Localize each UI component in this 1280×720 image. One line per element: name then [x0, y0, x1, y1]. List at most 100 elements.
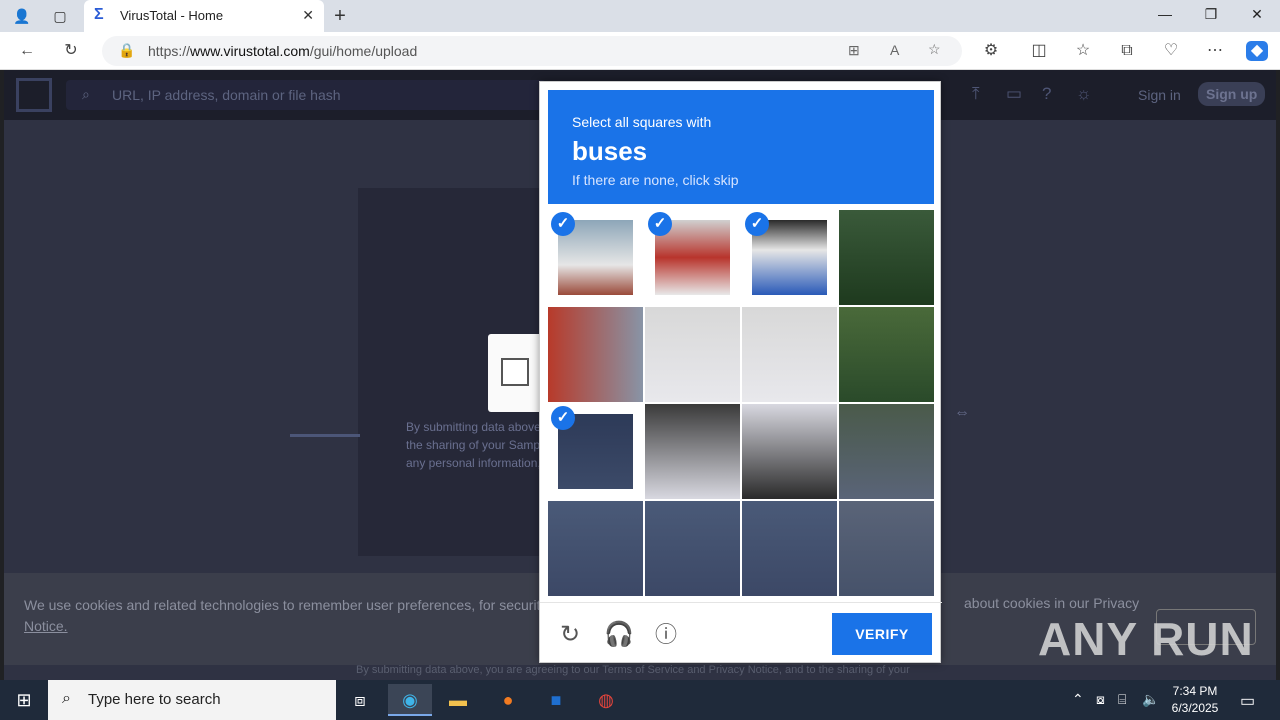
captcha-tile[interactable]: ✓: [548, 404, 643, 499]
captcha-tile[interactable]: [839, 501, 934, 596]
captcha-header: Select all squares with buses If there a…: [548, 90, 934, 204]
tray-app-icon[interactable]: ⧇: [1096, 691, 1105, 708]
profile-icon[interactable]: 👤: [12, 6, 32, 26]
sign-in-link[interactable]: Sign in: [1138, 87, 1181, 103]
favorite-star-icon[interactable]: ☆: [928, 41, 941, 58]
captcha-tile[interactable]: [839, 210, 934, 305]
close-window-icon[interactable]: ✕: [1242, 6, 1272, 26]
captcha-tile[interactable]: ✓: [645, 210, 740, 305]
terms-text: By submitting data above, the sharing of…: [406, 420, 545, 470]
app-available-icon[interactable]: ⊞: [848, 42, 860, 59]
upload-icon[interactable]: ⤒: [972, 84, 980, 104]
captcha-tile[interactable]: [839, 404, 934, 499]
privacy-notice-link[interactable]: Notice.: [24, 618, 68, 634]
refresh-challenge-icon[interactable]: ↻: [556, 621, 584, 649]
captcha-tile-image: [645, 501, 740, 596]
drag-icon: ⇔: [954, 404, 970, 421]
clock[interactable]: 7:34 PM 6/3/2025: [1160, 683, 1230, 717]
captcha-tile-image: [645, 307, 740, 402]
captcha-tile[interactable]: ✓: [742, 210, 837, 305]
windows-start-icon[interactable]: ⊞: [0, 680, 48, 720]
captcha-checkbox[interactable]: [501, 358, 529, 386]
captcha-tile[interactable]: [548, 501, 643, 596]
captcha-tile[interactable]: [645, 307, 740, 402]
selected-check-icon: ✓: [551, 212, 575, 236]
captcha-tile[interactable]: [645, 404, 740, 499]
volume-icon[interactable]: 🔈: [1142, 691, 1159, 708]
captcha-tile[interactable]: [548, 307, 643, 402]
captcha-tile[interactable]: [742, 501, 837, 596]
cookie-text-right: about cookies in our Privacy: [964, 595, 1140, 611]
file-explorer-icon[interactable]: ▬: [436, 684, 480, 716]
close-tab-icon[interactable]: ✕: [302, 7, 314, 24]
back-icon[interactable]: ←: [16, 41, 38, 61]
browser-essentials-icon[interactable]: ♡: [1160, 41, 1182, 61]
favorites-icon[interactable]: ☆: [1072, 41, 1094, 61]
captcha-tile-image: [548, 307, 643, 402]
tab-virustotal[interactable]: Σ VirusTotal - Home ✕: [84, 0, 324, 32]
captcha-grid: ✓ ✓ ✓ ✓: [548, 210, 934, 596]
more-menu-icon[interactable]: ⋯: [1204, 41, 1226, 61]
selected-check-icon: ✓: [551, 406, 575, 430]
captcha-checkbox-card: [488, 334, 542, 412]
captcha-prompt: Select all squares with: [572, 114, 712, 130]
edge-taskbar-icon[interactable]: ◉: [388, 684, 432, 716]
address-bar: ← ↻ 🔒 https://www.virustotal.com/gui/hom…: [0, 32, 1280, 70]
outlook-icon[interactable]: ■: [534, 684, 578, 716]
audio-challenge-icon[interactable]: 🎧: [604, 621, 634, 649]
extensions-icon[interactable]: ⚙: [980, 41, 1002, 61]
tab-underline: [290, 434, 360, 437]
sign-up-button[interactable]: Sign up: [1198, 82, 1266, 106]
read-aloud-icon[interactable]: A: [890, 42, 899, 58]
selected-check-icon: ✓: [745, 212, 769, 236]
tab-title: VirusTotal - Home: [120, 8, 224, 23]
captcha-target: buses: [572, 136, 648, 166]
collections-icon[interactable]: ⧉: [1116, 41, 1138, 61]
captcha-tile[interactable]: [645, 501, 740, 596]
captcha-tile[interactable]: [742, 307, 837, 402]
task-view-icon[interactable]: ⧈: [338, 684, 382, 716]
captcha-tile-image: [742, 307, 837, 402]
url-text: https://www.virustotal.com/gui/home/uplo…: [148, 43, 418, 59]
captcha-tile-image: [839, 501, 934, 596]
captcha-footer: ↻ 🎧 ⓘ VERIFY: [540, 602, 942, 664]
split-screen-icon[interactable]: ◫: [1028, 41, 1050, 61]
new-tab-icon[interactable]: +: [330, 6, 350, 26]
restore-icon[interactable]: ❐: [1196, 6, 1226, 26]
cookie-text: We use cookies and related technologies …: [24, 597, 566, 634]
notifications-icon[interactable]: ▭: [1240, 691, 1255, 711]
help-icon[interactable]: ?: [1042, 84, 1051, 104]
tray-chevron-icon[interactable]: ⌃: [1072, 691, 1084, 708]
refresh-icon[interactable]: ↻: [60, 41, 82, 61]
url-field[interactable]: 🔒 https://www.virustotal.com/gui/home/up…: [102, 36, 962, 66]
minimize-icon[interactable]: —: [1150, 6, 1180, 26]
chrome-icon[interactable]: ◍: [584, 684, 628, 716]
theme-icon[interactable]: ☼: [1076, 84, 1092, 104]
captcha-tile[interactable]: [742, 404, 837, 499]
captcha-tile[interactable]: ✓: [548, 210, 643, 305]
vt-search-placeholder: URL, IP address, domain or file hash: [112, 87, 341, 103]
virustotal-favicon-icon: Σ: [94, 6, 104, 23]
captcha-tile-image: [839, 210, 934, 305]
taskbar-search[interactable]: ⌕ Type here to search: [48, 680, 336, 720]
info-icon[interactable]: ⓘ: [652, 621, 680, 649]
network-icon[interactable]: ⌸: [1118, 691, 1126, 708]
search-icon: ⌕: [82, 86, 90, 102]
vt-search-input[interactable]: ⌕ URL, IP address, domain or file hash: [66, 80, 546, 110]
firefox-icon[interactable]: ●: [486, 684, 530, 716]
notifications-icon[interactable]: ▭: [1006, 84, 1022, 104]
tab-actions-icon[interactable]: ▢: [50, 6, 70, 26]
verify-button[interactable]: VERIFY: [832, 613, 932, 655]
footer-terms: By submitting data above, you are agreei…: [356, 664, 910, 676]
captcha-hint: If there are none, click skip: [572, 172, 739, 188]
captcha-tile[interactable]: [839, 307, 934, 402]
lock-icon[interactable]: 🔒: [118, 42, 135, 59]
captcha-tile-image: [548, 501, 643, 596]
selected-check-icon: ✓: [648, 212, 672, 236]
taskbar-search-placeholder: Type here to search: [88, 691, 221, 708]
captcha-tile-image: [742, 501, 837, 596]
captcha-tile-image: [839, 404, 934, 499]
virustotal-logo-icon[interactable]: [16, 78, 52, 112]
captcha-tile-image: [742, 404, 837, 499]
copilot-icon[interactable]: ◆: [1246, 41, 1268, 61]
